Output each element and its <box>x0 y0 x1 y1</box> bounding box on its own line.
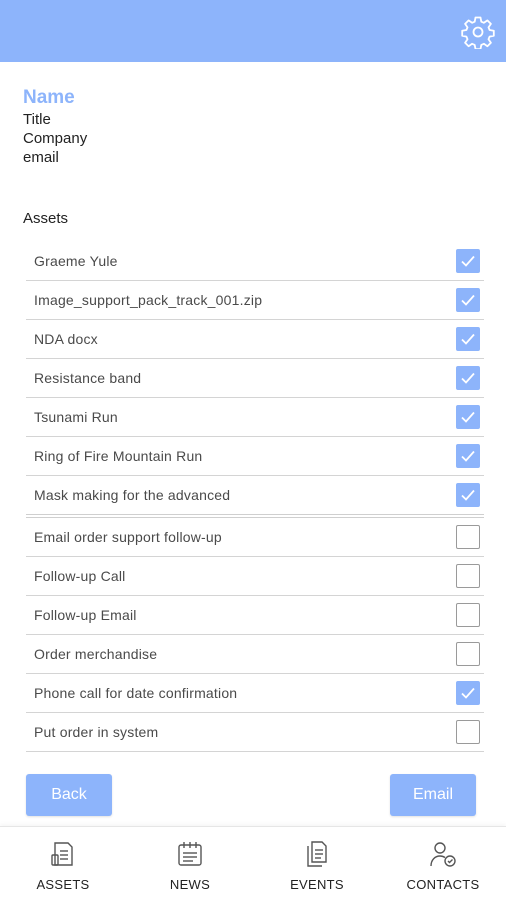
list-item-label: Image_support_pack_track_001.zip <box>34 292 263 308</box>
list-item[interactable]: Put order in system <box>26 713 484 752</box>
list-item-label: Tsunami Run <box>34 409 118 425</box>
news-icon <box>178 842 202 866</box>
profile-block: Name Title Company email <box>23 86 87 167</box>
list-item-label: Phone call for date confirmation <box>34 685 238 701</box>
tab-events[interactable]: EVENTS <box>254 827 380 901</box>
checkbox[interactable] <box>456 483 480 507</box>
checkmark-icon <box>461 687 475 699</box>
checkbox[interactable] <box>456 564 480 588</box>
checkbox[interactable] <box>456 249 480 273</box>
list-item[interactable]: Resistance band <box>26 359 484 398</box>
checkbox[interactable] <box>456 642 480 666</box>
asset-checklist: Graeme Yule Image_support_pack_track_001.… <box>26 242 484 752</box>
assets-section-title: Assets <box>23 210 69 227</box>
email-button[interactable]: Email <box>390 774 476 816</box>
list-item[interactable]: Tsunami Run <box>26 398 484 437</box>
list-item[interactable]: Email order support follow-up <box>26 518 484 557</box>
profile-title: Title <box>23 111 51 128</box>
checkbox[interactable] <box>456 603 480 627</box>
tab-news[interactable]: NEWS <box>127 827 253 901</box>
checkmark-icon <box>461 333 475 345</box>
list-item-label: Mask making for the advanced <box>34 487 231 503</box>
checkbox[interactable] <box>456 525 480 549</box>
list-item-label: Ring of Fire Mountain Run <box>34 448 203 464</box>
checkbox[interactable] <box>456 405 480 429</box>
checkmark-icon <box>461 489 475 501</box>
checkmark-icon <box>461 294 475 306</box>
contacts-icon <box>430 842 456 867</box>
bottom-tab-bar: ASSETS NEWS EVENTS CONTACTS <box>0 826 506 901</box>
top-bar <box>0 0 506 62</box>
checkbox[interactable] <box>456 366 480 390</box>
list-item-label: Put order in system <box>34 724 159 740</box>
checkmark-icon <box>461 411 475 423</box>
checkbox[interactable] <box>456 444 480 468</box>
list-item-label: Email order support follow-up <box>34 529 222 545</box>
tab-label-assets: ASSETS <box>36 877 90 892</box>
tab-label-contacts: CONTACTS <box>406 877 480 892</box>
checkmark-icon <box>461 255 475 267</box>
profile-name: Name <box>23 87 75 108</box>
list-item-label: Order merchandise <box>34 646 158 662</box>
list-item[interactable]: Order merchandise <box>26 635 484 674</box>
checkmark-icon <box>461 450 475 462</box>
list-item[interactable]: Graeme Yule <box>26 242 484 281</box>
list-item[interactable]: Image_support_pack_track_001.zip <box>26 281 484 320</box>
checkbox[interactable] <box>456 327 480 351</box>
list-item[interactable]: Follow-up Email <box>26 596 484 635</box>
back-button[interactable]: Back <box>26 774 112 816</box>
checkbox[interactable] <box>456 720 480 744</box>
profile-company: Company <box>23 130 88 147</box>
list-item[interactable]: Ring of Fire Mountain Run <box>26 437 484 476</box>
profile-email: email <box>23 149 59 166</box>
settings-button[interactable] <box>460 14 496 50</box>
list-item-label: Graeme Yule <box>34 253 118 269</box>
events-icon <box>307 841 327 867</box>
list-item-label: NDA docx <box>34 331 98 347</box>
checkbox[interactable] <box>456 288 480 312</box>
assets-icon <box>51 842 73 866</box>
tab-contacts[interactable]: CONTACTS <box>380 827 506 901</box>
tab-label-events: EVENTS <box>290 877 344 892</box>
checkbox[interactable] <box>456 681 480 705</box>
list-item[interactable]: Follow-up Call <box>26 557 484 596</box>
list-item[interactable]: NDA docx <box>26 320 484 359</box>
gear-icon <box>461 16 495 49</box>
checkmark-icon <box>461 372 475 384</box>
list-item-label: Resistance band <box>34 370 142 386</box>
list-item[interactable]: Phone call for date confirmation <box>26 674 484 713</box>
list-item-label: Follow-up Email <box>34 607 137 623</box>
tab-assets[interactable]: ASSETS <box>0 827 126 901</box>
list-item[interactable]: Mask making for the advanced <box>26 476 484 518</box>
tab-label-news: NEWS <box>169 877 211 892</box>
list-item-label: Follow-up Call <box>34 568 126 584</box>
